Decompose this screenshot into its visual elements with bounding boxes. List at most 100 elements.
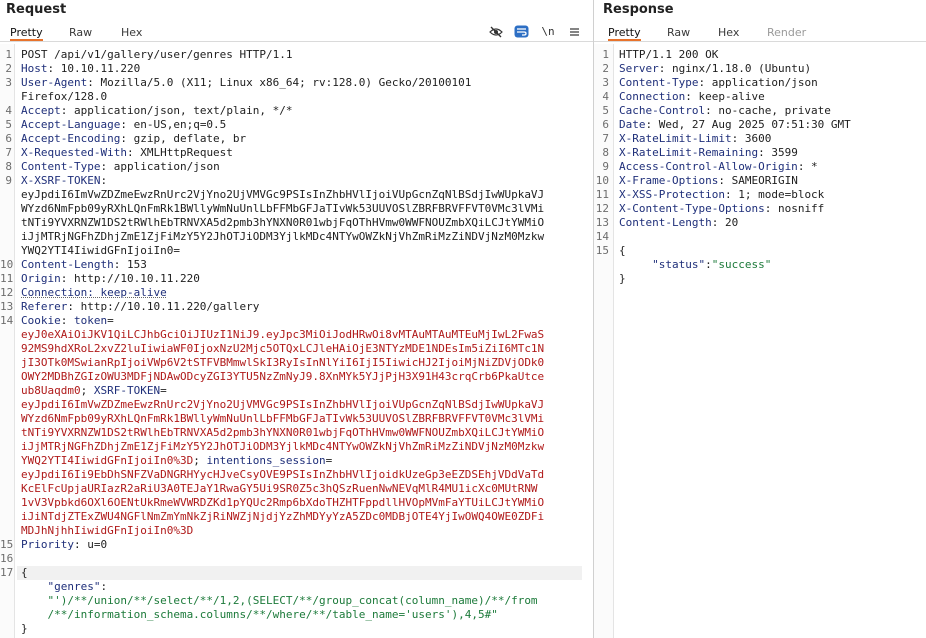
request-line-number	[0, 384, 12, 398]
response-line[interactable]: 7 X-RateLimit-Limit: 3600	[594, 132, 926, 146]
tab-request-raw[interactable]: Raw	[69, 24, 92, 41]
response-line[interactable]: 10 X-Frame-Options: SAMEORIGIN	[594, 174, 926, 188]
response-line[interactable]: 3 Content-Type: application/json	[594, 76, 926, 90]
request-line[interactable]: WYzd6NmFpb09yRXhLQnFmRk1BWllyWmNuUnlLbFF…	[0, 412, 593, 426]
request-line[interactable]: MDJhNjhhIiwidGFnIjoiIn0%3D	[0, 524, 593, 538]
wrap-lines-icon[interactable]	[513, 24, 529, 39]
request-line[interactable]: 16	[0, 552, 593, 566]
response-editor[interactable]: 1 HTTP/1.1 200 OK 2 Server: nginx/1.18.0 (U…	[594, 44, 926, 638]
request-token: eyJpdiI6Ii9EbDhSNFZVaDNGRHYycHJveCsyOVE9…	[21, 468, 545, 481]
response-line[interactable]: 1 HTTP/1.1 200 OK	[594, 48, 926, 62]
request-line[interactable]: 6 Accept-Encoding: gzip, deflate, br	[0, 132, 593, 146]
request-line[interactable]: 15 Priority: u=0	[0, 538, 593, 552]
request-line[interactable]: 9 X-XSRF-TOKEN:	[0, 174, 593, 188]
response-line-number: 15	[595, 244, 609, 257]
request-line[interactable]: 5 Accept-Language: en-US,en;q=0.5	[0, 118, 593, 132]
request-line[interactable]: 1 POST /api/v1/gallery/user/genres HTTP/1…	[0, 48, 593, 62]
response-line[interactable]: 6 Date: Wed, 27 Aug 2025 07:51:30 GMT	[594, 118, 926, 132]
request-line[interactable]: KcElFcUpjaURIazR2aRiU3A0TEJaY1RwaGY5Ui9S…	[0, 482, 593, 496]
request-line[interactable]: }	[0, 622, 593, 636]
request-line-content: Accept-Language: en-US,en;q=0.5	[21, 118, 226, 132]
request-line-number	[0, 90, 12, 104]
request-line[interactable]: 11 Origin: http://10.10.11.220	[0, 272, 593, 286]
request-line[interactable]: 17 {	[0, 566, 582, 580]
menu-icon[interactable]	[566, 24, 582, 39]
request-line[interactable]: 12 Connection: keep-alive	[0, 286, 593, 300]
request-token: Content-Length	[21, 258, 114, 271]
request-line[interactable]: tNTi9YVXRNZW1DS2tRWlhEbTRNVXA5d2pmb3hYNX…	[0, 216, 593, 230]
request-line[interactable]: YWQ2YTI4IiwidGFnIjoiIn0=	[0, 244, 593, 258]
request-line[interactable]: WYzd6NmFpb09yRXhLQnFmRk1BWllyWmNuUnlLbFF…	[0, 202, 593, 216]
response-line[interactable]: 15 {	[594, 244, 926, 258]
request-line-number: 1	[5, 48, 12, 61]
request-line[interactable]: 4 Accept: application/json, text/plain, *…	[0, 104, 593, 118]
request-token: iJjMTRjNGFhZDhjZmE1ZjFiMzY5Y2JhOTJiODM3Y…	[21, 440, 545, 453]
response-line[interactable]: 14	[594, 230, 926, 244]
request-line[interactable]: ub8Uaqdm0; XSRF-TOKEN=	[0, 384, 593, 398]
request-token: :	[100, 580, 108, 593]
request-line[interactable]: jI3OTk0MSwianRpIjoiVWp6V2tSTFVBMmwlSkI3R…	[0, 356, 593, 370]
request-token: "')/**/union/**/select/**/1,2,(SELECT/**…	[21, 594, 538, 607]
response-line[interactable]: }	[594, 272, 926, 286]
request-line-content: Content-Length: 153	[21, 258, 147, 272]
tab-response-hex[interactable]: Hex	[718, 24, 739, 41]
request-line[interactable]: 7 X-Requested-With: XMLHttpRequest	[0, 146, 593, 160]
request-line[interactable]: iJjMTRjNGFhZDhjZmE1ZjFiMzY5Y2JhOTJiODM3Y…	[0, 230, 593, 244]
request-line[interactable]: 1vV3Vpbkd6OXl6OENtUkRmeWVWRDZKd1pYQUc2Rm…	[0, 496, 593, 510]
tab-response-render[interactable]: Render	[767, 24, 806, 41]
request-line[interactable]: /**/information_schema.columns/**/where/…	[0, 608, 593, 622]
request-line[interactable]: Firefox/128.0	[0, 90, 593, 104]
request-line[interactable]: OWY2MDBhZGIzOWU3MDFjNDAwODcyZGI3YTU5NzZm…	[0, 370, 593, 384]
request-line[interactable]: 10 Content-Length: 153	[0, 258, 593, 272]
response-line-number: 11	[595, 188, 609, 201]
request-line[interactable]: eyJpdiI6Ii9EbDhSNFZVaDNGRHYycHJveCsyOVE9…	[0, 468, 593, 482]
request-line[interactable]: 14 Cookie: token=	[0, 314, 593, 328]
request-title: Request	[6, 2, 67, 17]
request-line-number: 13	[0, 300, 14, 313]
response-line-number: 3	[602, 76, 609, 89]
request-token: {	[21, 566, 28, 579]
tab-request-pretty[interactable]: Pretty	[10, 24, 43, 41]
request-line-number: 11	[0, 272, 14, 285]
newline-icon[interactable]: \n	[540, 24, 556, 39]
request-line[interactable]: iJjMTRjNGFhZDhjZmE1ZjFiMzY5Y2JhOTJiODM3Y…	[0, 440, 593, 454]
response-line[interactable]: 11 X-XSS-Protection: 1; mode=block	[594, 188, 926, 202]
request-line[interactable]: 2 Host: 10.10.11.220	[0, 62, 593, 76]
response-line[interactable]: 4 Connection: keep-alive	[594, 90, 926, 104]
request-line[interactable]: 92MS9hdXRoL2xvZ2luIiwiaWF0IjoxNzU2Mjc5OT…	[0, 342, 593, 356]
response-line-content: Content-Length: 20	[619, 216, 738, 230]
request-editor[interactable]: 1 POST /api/v1/gallery/user/genres HTTP/1…	[0, 44, 593, 638]
eye-slash-icon[interactable]	[488, 24, 504, 39]
request-line-content: User-Agent: Mozilla/5.0 (X11; Linux x86_…	[21, 76, 471, 90]
request-line[interactable]: eyJpdiI6ImVwZDZmeEwzRnUrc2VjYno2UjVMVGc9…	[0, 188, 593, 202]
request-line[interactable]: YWQ2YTI4IiwidGFnIjoiIn0%3D; intentions_s…	[0, 454, 593, 468]
request-line-content: YWQ2YTI4IiwidGFnIjoiIn0=	[21, 244, 180, 258]
request-line[interactable]: 13 Referer: http://10.10.11.220/gallery	[0, 300, 593, 314]
request-line[interactable]: eyJpdiI6ImVwZDZmeEwzRnUrc2VjYno2UjVMVGc9…	[0, 398, 593, 412]
request-line[interactable]: eyJ0eXAiOiJKV1QiLCJhbGciOiJIUzI1NiJ9.eyJ…	[0, 328, 593, 342]
response-line[interactable]: 2 Server: nginx/1.18.0 (Ubuntu)	[594, 62, 926, 76]
request-line[interactable]: iJiNTdjZTExZWU4NGFlNmZmYmNkZjRiNWZjNjdjY…	[0, 510, 593, 524]
request-line[interactable]: "genres":	[0, 580, 593, 594]
response-line[interactable]: 12 X-Content-Type-Options: nosniff	[594, 202, 926, 216]
response-line[interactable]: 5 Cache-Control: no-cache, private	[594, 104, 926, 118]
response-line[interactable]: 13 Content-Length: 20	[594, 216, 926, 230]
response-line-content: Connection: keep-alive	[619, 90, 765, 104]
request-token: Cookie	[21, 314, 61, 327]
response-token: "status"	[619, 258, 706, 271]
request-line-number: 6	[5, 132, 12, 145]
request-line[interactable]: tNTi9YVXRNZW1DS2tRWlhEbTRNVXA5d2pmb3hYNX…	[0, 426, 593, 440]
tab-response-raw[interactable]: Raw	[667, 24, 690, 41]
tab-request-hex[interactable]: Hex	[121, 24, 142, 41]
response-line[interactable]: 9 Access-Control-Allow-Origin: *	[594, 160, 926, 174]
request-line[interactable]: 3 User-Agent: Mozilla/5.0 (X11; Linux x86…	[0, 76, 593, 90]
response-line-number	[594, 272, 609, 286]
request-line[interactable]: "')/**/union/**/select/**/1,2,(SELECT/**…	[0, 594, 593, 608]
response-token: : nosniff	[764, 202, 825, 215]
response-line[interactable]: "status":"success"	[594, 258, 926, 272]
response-line-number: 7	[602, 132, 609, 145]
tab-response-pretty[interactable]: Pretty	[608, 24, 641, 41]
response-line[interactable]: 8 X-RateLimit-Remaining: 3599	[594, 146, 926, 160]
request-line[interactable]: 8 Content-Type: application/json	[0, 160, 593, 174]
request-token: X-Requested-With	[21, 146, 127, 159]
